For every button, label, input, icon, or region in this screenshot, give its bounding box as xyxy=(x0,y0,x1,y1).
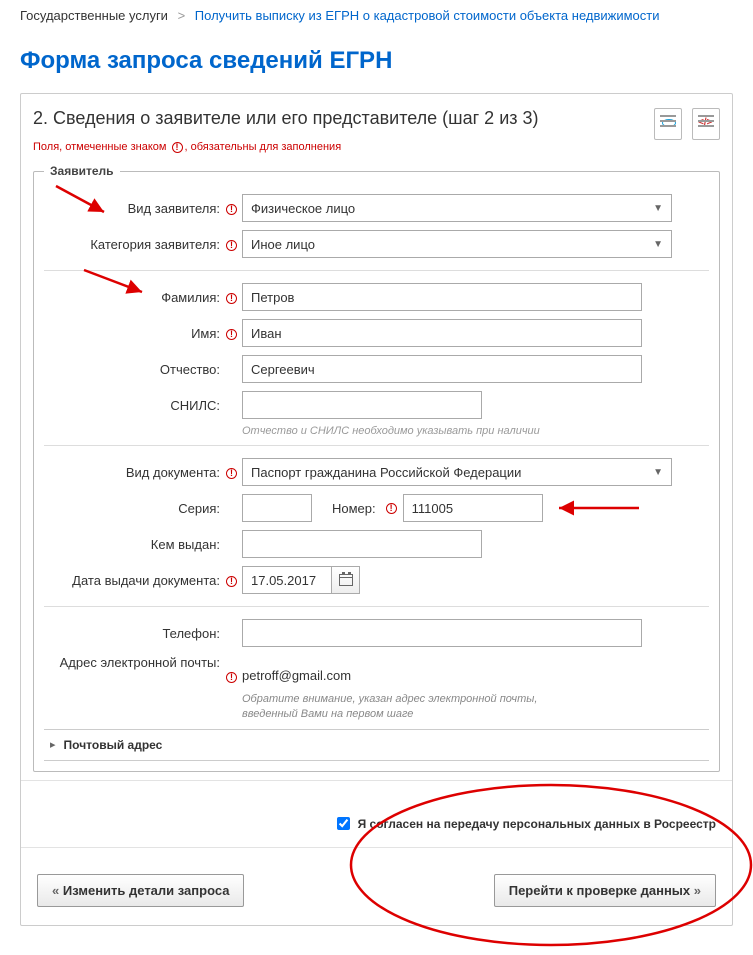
required-mark-icon: ! xyxy=(172,142,183,153)
issue-date-input[interactable] xyxy=(242,566,332,594)
label-issued-by: Кем выдан: xyxy=(44,537,224,552)
label-doc-type: Вид документа: xyxy=(44,465,224,480)
chevron-down-icon: ▼ xyxy=(653,467,663,478)
required-mark-icon: ! xyxy=(226,240,237,251)
annotation-arrow xyxy=(553,498,643,518)
chevron-down-icon: ▼ xyxy=(653,203,663,214)
label-email: Адрес электронной почты: xyxy=(44,655,224,672)
number-input[interactable] xyxy=(403,494,543,522)
label-series: Серия: xyxy=(44,501,224,516)
back-button[interactable]: « Изменить детали запроса xyxy=(37,874,244,907)
chevron-left-icon: « xyxy=(52,883,59,898)
applicant-type-select[interactable]: Физическое лицо ▼ xyxy=(242,194,672,222)
hint-email: Обратите внимание, указан адрес электрон… xyxy=(44,692,544,723)
required-mark-icon: ! xyxy=(226,293,237,304)
label-snils: СНИЛС: xyxy=(44,398,224,413)
required-mark-icon: ! xyxy=(226,204,237,215)
issued-by-input[interactable] xyxy=(242,530,482,558)
label-applicant-category: Категория заявителя: xyxy=(44,237,224,252)
doc-type-select[interactable]: Паспорт гражданина Российской Федерации … xyxy=(242,458,672,486)
label-phone: Телефон: xyxy=(44,626,224,641)
chevron-down-icon: ▼ xyxy=(653,239,663,250)
accordion-title: Почтовый адрес xyxy=(64,738,163,752)
breadcrumb-separator: > xyxy=(172,8,192,23)
applicant-category-select[interactable]: Иное лицо ▼ xyxy=(242,230,672,258)
middlename-input[interactable] xyxy=(242,355,642,383)
required-mark-icon: ! xyxy=(226,672,237,683)
consent-label: Я согласен на передачу персональных данн… xyxy=(358,817,716,831)
hint-mid-snils: Отчество и СНИЛС необходимо указывать пр… xyxy=(44,425,709,437)
label-lastname: Фамилия: xyxy=(44,290,224,305)
required-mark-icon: ! xyxy=(226,576,237,587)
label-applicant-type: Вид заявителя: xyxy=(44,201,224,216)
label-number: Номер: xyxy=(312,501,384,516)
fieldset-legend: Заявитель xyxy=(44,164,120,178)
required-note: Поля, отмеченные знаком !, обязательны д… xyxy=(33,141,720,163)
page-title: Форма запроса сведений ЕГРН xyxy=(20,35,733,93)
required-mark-icon: ! xyxy=(226,329,237,340)
next-button[interactable]: Перейти к проверке данных » xyxy=(494,874,716,907)
chevron-right-icon: » xyxy=(694,883,701,898)
lastname-input[interactable] xyxy=(242,283,642,311)
email-value: petroff@gmail.com xyxy=(242,668,351,683)
calendar-icon xyxy=(339,574,353,586)
source-icon[interactable]: </> xyxy=(692,108,720,140)
firstname-input[interactable] xyxy=(242,319,642,347)
breadcrumb: Государственные услуги > Получить выписк… xyxy=(20,8,733,35)
postal-address-accordion[interactable]: ▸ Почтовый адрес xyxy=(44,729,709,761)
series-input[interactable] xyxy=(242,494,312,522)
preview-icon[interactable] xyxy=(654,108,682,140)
chevron-right-icon: ▸ xyxy=(50,738,56,751)
applicant-fieldset: Заявитель Вид заявителя: ! Физическое ли… xyxy=(33,171,720,772)
label-firstname: Имя: xyxy=(44,326,224,341)
date-picker-button[interactable] xyxy=(332,566,360,594)
form-panel: 2. Сведения о заявителе или его представ… xyxy=(20,93,733,926)
label-middlename: Отчество: xyxy=(44,362,224,377)
step-title: 2. Сведения о заявителе или его представ… xyxy=(33,108,539,141)
snils-input[interactable] xyxy=(242,391,482,419)
breadcrumb-link[interactable]: Получить выписку из ЕГРН о кадастровой с… xyxy=(195,8,660,23)
phone-input[interactable] xyxy=(242,619,642,647)
breadcrumb-home: Государственные услуги xyxy=(20,8,168,23)
required-mark-icon: ! xyxy=(226,468,237,479)
consent-checkbox[interactable] xyxy=(337,817,350,830)
label-issue-date: Дата выдачи документа: xyxy=(44,573,224,588)
required-mark-icon: ! xyxy=(386,503,397,514)
